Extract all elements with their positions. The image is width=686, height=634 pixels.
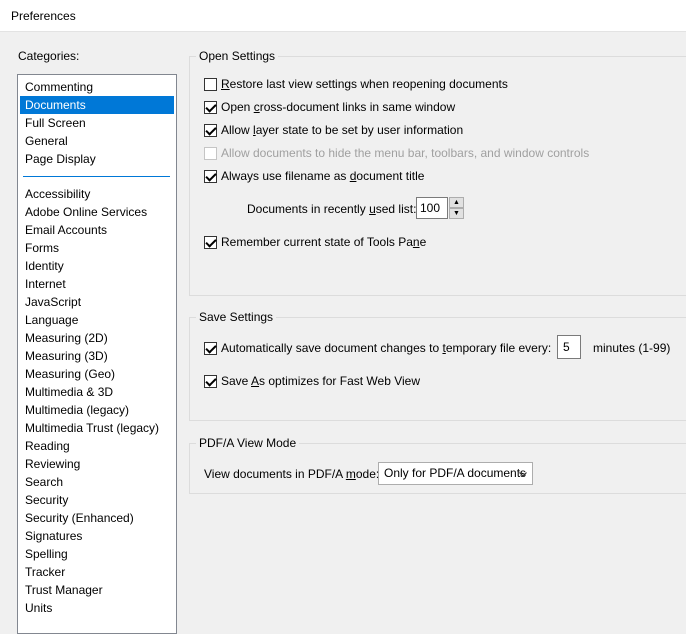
pdfa-view-mode-group: PDF/A View Mode View documents in PDF/A … xyxy=(189,436,686,494)
stepper-up-icon[interactable]: ▲ xyxy=(449,197,464,208)
category-item[interactable]: Multimedia (legacy) xyxy=(20,401,174,419)
fast-web-view-checkbox[interactable]: Save As optimizes for Fast Web View xyxy=(204,374,420,388)
autosave-unit-label: minutes (1-99) xyxy=(593,341,671,355)
category-item[interactable]: Security (Enhanced) xyxy=(20,509,174,527)
category-item[interactable]: Adobe Online Services xyxy=(20,203,174,221)
category-item[interactable]: Spelling xyxy=(20,545,174,563)
category-item[interactable]: Measuring (Geo) xyxy=(20,365,174,383)
autosave-minutes-input[interactable]: 5 xyxy=(557,335,581,359)
cross-document-links-box[interactable] xyxy=(204,100,217,114)
category-item[interactable]: Identity xyxy=(20,257,174,275)
category-item[interactable]: Email Accounts xyxy=(20,221,174,239)
categories-separator xyxy=(23,176,170,177)
category-item[interactable]: Full Screen xyxy=(20,114,174,132)
pdfa-mode-label: View documents in PDF/A mode: xyxy=(204,467,380,481)
category-item[interactable]: Reading xyxy=(20,437,174,455)
category-item[interactable]: Search xyxy=(20,473,174,491)
category-item[interactable]: Language xyxy=(20,311,174,329)
category-item[interactable]: Units xyxy=(20,599,174,617)
category-item[interactable]: Internet xyxy=(20,275,174,293)
filename-as-title-checkbox[interactable]: Always use filename as document title xyxy=(204,169,424,183)
layer-state-box[interactable] xyxy=(204,123,217,137)
category-item[interactable]: Security xyxy=(20,491,174,509)
category-item[interactable]: Trust Manager xyxy=(20,581,174,599)
restore-view-checkbox[interactable]: Restore last view settings when reopenin… xyxy=(204,77,508,91)
category-item[interactable]: Accessibility xyxy=(20,185,174,203)
category-item[interactable]: Measuring (3D) xyxy=(20,347,174,365)
category-item[interactable]: Commenting xyxy=(20,78,174,96)
categories-label: Categories: xyxy=(18,49,80,63)
category-item[interactable]: Forms xyxy=(20,239,174,257)
recent-docs-input[interactable]: 100 xyxy=(416,197,448,219)
hide-menu-bar-checkbox: Allow documents to hide the menu bar, to… xyxy=(204,146,589,160)
autosave-checkbox[interactable]: Automatically save document changes to t… xyxy=(204,341,551,355)
category-item[interactable]: Measuring (2D) xyxy=(20,329,174,347)
category-item[interactable]: Signatures xyxy=(20,527,174,545)
autosave-box[interactable] xyxy=(204,341,217,355)
category-item[interactable]: Documents xyxy=(20,96,174,114)
category-item[interactable]: Multimedia Trust (legacy) xyxy=(20,419,174,437)
category-item[interactable]: General xyxy=(20,132,174,150)
hide-menu-bar-box xyxy=(204,146,217,160)
recent-docs-stepper[interactable]: 100 ▲ ▼ xyxy=(416,197,464,219)
category-item[interactable]: Multimedia & 3D xyxy=(20,383,174,401)
title-bar: Preferences xyxy=(0,0,686,32)
filename-as-title-box[interactable] xyxy=(204,169,217,183)
open-settings-group: Open Settings Restore last view settings… xyxy=(189,49,686,296)
category-item[interactable]: Tracker xyxy=(20,563,174,581)
categories-list[interactable]: Commenting Documents Full Screen General Pag… xyxy=(17,74,177,634)
window-title: Preferences xyxy=(11,9,76,23)
restore-view-box[interactable] xyxy=(204,77,217,91)
category-item[interactable]: JavaScript xyxy=(20,293,174,311)
category-item[interactable]: Reviewing xyxy=(20,455,174,473)
layer-state-checkbox[interactable]: Allow layer state to be set by user info… xyxy=(204,123,463,137)
pdfa-view-mode-legend: PDF/A View Mode xyxy=(196,436,300,450)
stepper-down-icon[interactable]: ▼ xyxy=(449,208,464,219)
open-settings-legend: Open Settings xyxy=(196,49,279,63)
recent-docs-label: Documents in recently used list: xyxy=(247,202,417,216)
fast-web-view-box[interactable] xyxy=(204,374,217,388)
tools-pane-state-box[interactable] xyxy=(204,235,217,249)
save-settings-group: Save Settings Automatically save documen… xyxy=(189,310,686,421)
cross-document-links-checkbox[interactable]: Open cross-document links in same window xyxy=(204,100,455,114)
chevron-down-icon xyxy=(519,472,527,477)
pdfa-mode-select[interactable]: Only for PDF/A documents xyxy=(378,462,533,485)
tools-pane-state-checkbox[interactable]: Remember current state of Tools Pane xyxy=(204,235,426,249)
save-settings-legend: Save Settings xyxy=(196,310,277,324)
category-item[interactable]: Page Display xyxy=(20,150,174,168)
